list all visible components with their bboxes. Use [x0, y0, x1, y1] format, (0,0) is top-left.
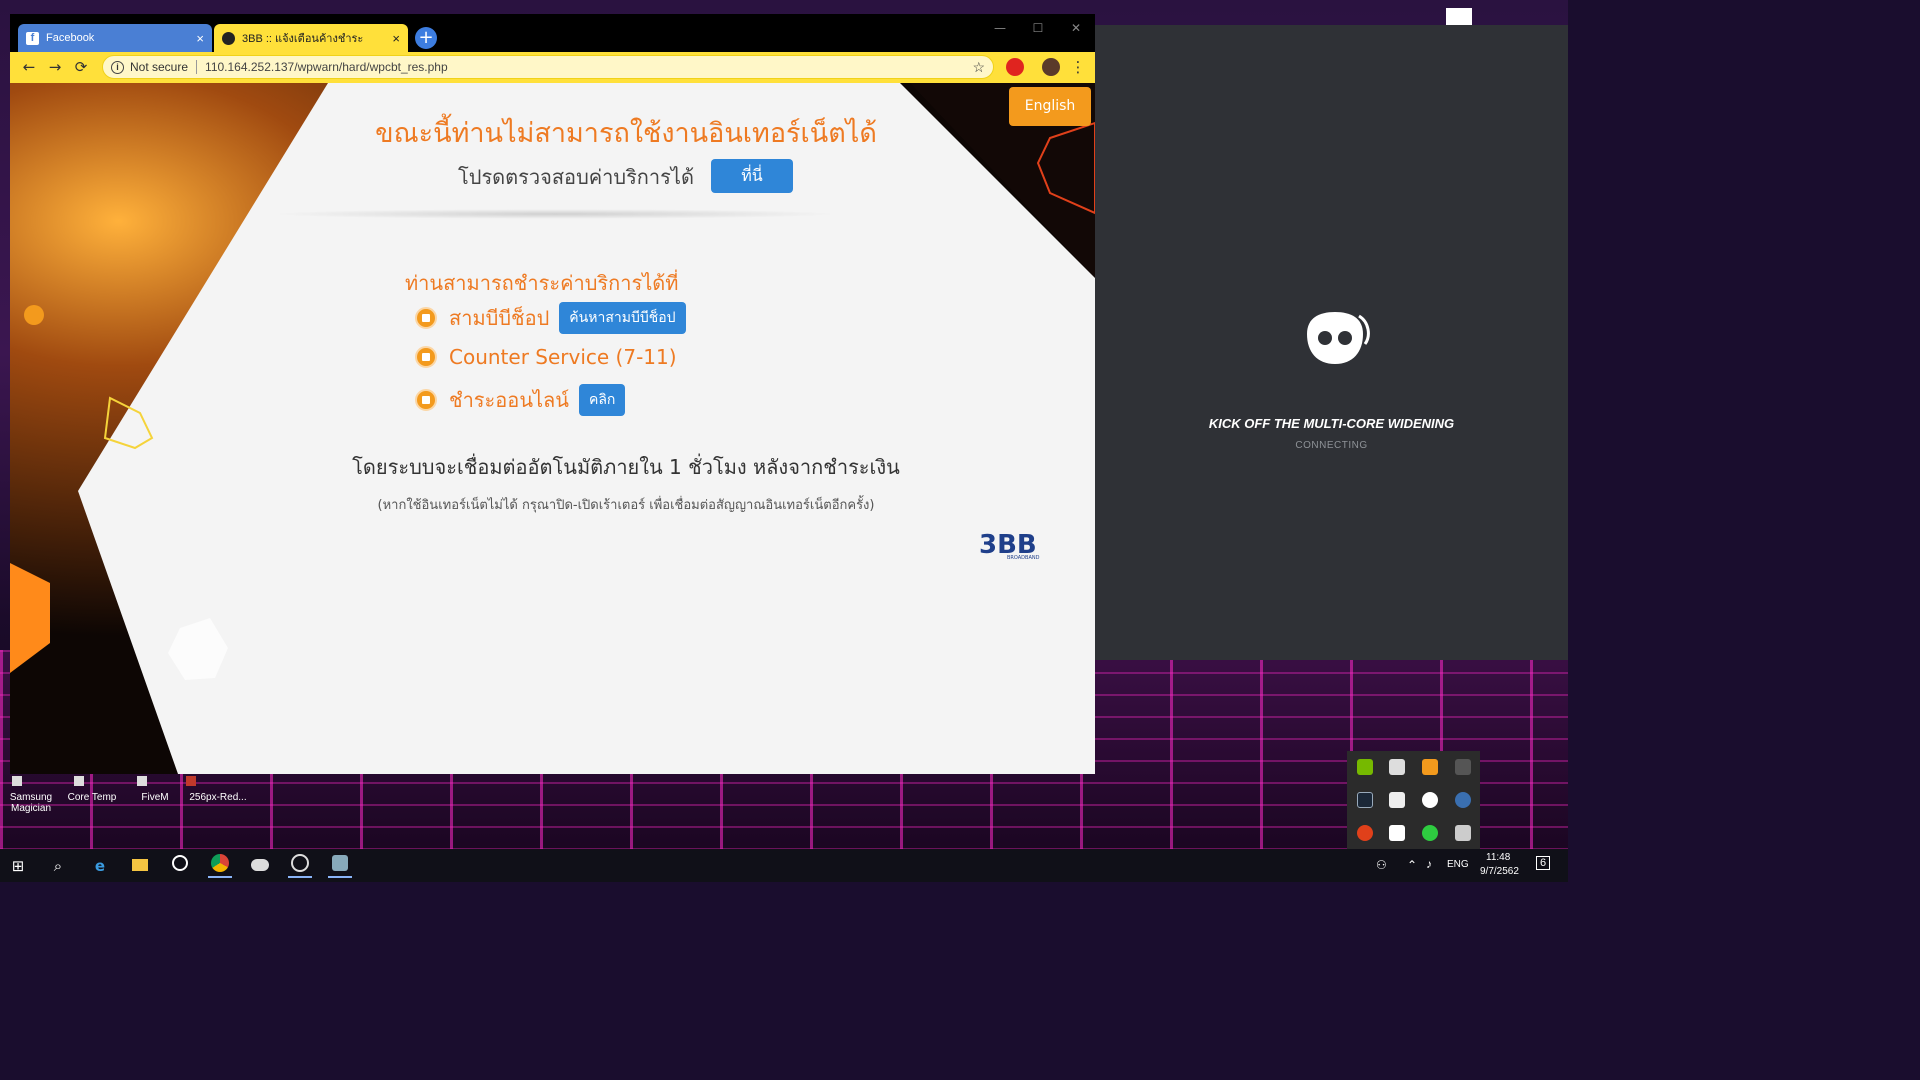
desktop-icon-fivem[interactable]: FiveM	[135, 776, 175, 803]
app-icon[interactable]	[1389, 792, 1405, 808]
clock-time[interactable]: 11:48	[1486, 852, 1510, 863]
page-content: English ขณะนี้ท่านไม่สามารถใช้งานอินเทอร…	[10, 83, 1095, 774]
app-icon[interactable]	[168, 854, 192, 878]
browser-toolbar: ← → ⟳ i Not secure 110.164.252.137/wpwar…	[10, 52, 1095, 83]
profile-avatar-icon[interactable]	[1042, 58, 1060, 76]
online-payment-icon	[415, 389, 437, 411]
adblock-extension-icon[interactable]	[1006, 58, 1024, 76]
click-button[interactable]: คลิก	[578, 384, 626, 416]
info-icon[interactable]: i	[111, 60, 124, 74]
security-label: Not secure	[130, 60, 189, 74]
page-headline: ขณะนี้ท่านไม่สามารถใช้งานอินเทอร์เน็ตได้	[375, 118, 877, 149]
clock-date[interactable]: 9/7/2562	[1480, 866, 1519, 877]
shop-icon	[415, 307, 437, 329]
counter-service-icon	[415, 346, 437, 368]
volume-icon[interactable]: ♪	[1426, 857, 1432, 871]
app-icon[interactable]	[1455, 792, 1471, 808]
url-text[interactable]: 110.164.252.137/wpwarn/hard/wpcbt_res.ph…	[205, 60, 972, 74]
origin-icon[interactable]	[1357, 825, 1373, 841]
nvidia-icon[interactable]	[1357, 759, 1373, 775]
payment-option-3bb-shop: สามบีบีช็อป ค้นหาสามบีบีช็อป	[415, 302, 686, 334]
close-tab-icon[interactable]: ×	[392, 32, 400, 45]
router-note-text: (หากใช้อินเทอร์เน็ตไม่ได้ กรุณาปิด-เปิดเ…	[377, 498, 875, 513]
app-icon[interactable]	[248, 854, 272, 878]
language-indicator[interactable]: ENG	[1447, 859, 1469, 870]
payment-label: ชำระออนไลน์	[449, 388, 569, 412]
taskbar: ⊞ ⌕ e ⚇ ⌃ ♪ ENG 11:48 9/7/2562 6	[0, 849, 1568, 882]
tab-title: 3BB :: แจ้งเตือนค้างชำระ	[242, 33, 364, 45]
new-tab-button[interactable]: +	[415, 27, 437, 49]
minimize-button[interactable]: —	[983, 18, 1017, 38]
desktop-icon-label: FiveM	[141, 792, 169, 803]
discord-title: KICK OFF THE MULTI-CORE WIDENING	[1208, 416, 1455, 431]
tray-overflow-popup	[1347, 751, 1480, 851]
close-tab-icon[interactable]: ×	[196, 32, 204, 45]
facebook-icon: f	[26, 31, 39, 45]
payment-option-counter-service: Counter Service (7-11)	[415, 345, 677, 369]
here-button[interactable]: ที่นี่	[711, 159, 793, 193]
check-billing-text: โปรดตรวจสอบค่าบริการได้	[458, 165, 694, 189]
chrome-icon[interactable]	[208, 854, 232, 878]
desktop-icon-samsung-magician[interactable]: Samsung Magician	[6, 776, 56, 814]
tab-title: Facebook	[46, 32, 95, 44]
payment-option-online: ชำระออนไลน์ คลิก	[415, 384, 626, 416]
globe-icon	[222, 31, 235, 45]
people-icon[interactable]: ⚇	[1376, 858, 1387, 872]
discord-logo-icon	[1307, 312, 1370, 364]
desktop-icon-label: 256px-Red...	[189, 792, 247, 803]
tab-3bb[interactable]: 3BB :: แจ้งเตือนค้างชำระ ×	[214, 24, 408, 52]
file-explorer-icon[interactable]	[128, 854, 152, 878]
browser-window: f Facebook × 3BB :: แจ้งเตือนค้างชำระ × …	[10, 14, 1095, 774]
payment-heading: ท่านสามารถชำระค่าบริการได้ที่	[405, 271, 679, 295]
tab-facebook[interactable]: f Facebook ×	[18, 24, 212, 52]
tab-bar: f Facebook × 3BB :: แจ้งเตือนค้างชำระ × …	[10, 14, 1095, 52]
bookmark-star-icon[interactable]: ☆	[972, 59, 985, 76]
payment-label: Counter Service (7-11)	[449, 345, 677, 369]
shield-icon[interactable]	[1389, 759, 1405, 775]
desktop-icon-core-temp[interactable]: Core Temp	[64, 776, 120, 803]
chevron-up-icon[interactable]: ⌃	[1407, 858, 1417, 872]
app-icon[interactable]	[1455, 759, 1471, 775]
desktop-icon-label: Core Temp	[67, 792, 117, 803]
app-icon	[137, 776, 147, 786]
app-icon[interactable]	[1422, 759, 1438, 775]
close-window-button[interactable]: ✕	[1059, 18, 1093, 38]
find-3bb-shop-button[interactable]: ค้นหาสามบีบีช็อป	[559, 302, 686, 334]
app-icon	[12, 776, 22, 786]
app-icon	[74, 776, 84, 786]
app-icon	[186, 776, 196, 786]
3bb-logo: 3BB BROADBAND	[979, 531, 1040, 561]
monitor-icon[interactable]	[1455, 825, 1471, 841]
menu-kebab-icon[interactable]: ⋮	[1067, 56, 1089, 78]
divider	[196, 60, 198, 74]
app-icon[interactable]	[328, 854, 352, 878]
divider-shadow	[270, 209, 840, 219]
payment-label: สามบีบีช็อป	[449, 306, 550, 330]
desktop-icon-label: Samsung Magician	[9, 792, 53, 814]
app-icon[interactable]	[1422, 792, 1438, 808]
windows-start-icon[interactable]: ⊞	[6, 854, 30, 878]
edge-icon[interactable]: e	[88, 854, 112, 878]
file-icon[interactable]	[1446, 8, 1472, 26]
back-button[interactable]: ←	[18, 56, 40, 78]
search-icon[interactable]: ⌕	[46, 854, 70, 878]
address-bar[interactable]: i Not secure 110.164.252.137/wpwarn/hard…	[102, 55, 994, 79]
maximize-button[interactable]: ☐	[1021, 18, 1055, 38]
steam-icon[interactable]	[1357, 792, 1373, 808]
reload-button[interactable]: ⟳	[70, 56, 92, 78]
discord-icon[interactable]	[1389, 825, 1405, 841]
3bb-logo-tag: BROADBAND	[1007, 555, 1040, 561]
forward-button[interactable]: →	[44, 56, 66, 78]
app-icon[interactable]	[288, 854, 312, 878]
discord-status: CONNECTING	[1295, 440, 1368, 451]
app-icon[interactable]	[1422, 825, 1438, 841]
notification-center-icon[interactable]: 6	[1536, 856, 1551, 870]
desktop-icon-image-file[interactable]: 256px-Red...	[186, 776, 250, 803]
auto-reconnect-text: โดยระบบจะเชื่อมต่ออัตโนมัติภายใน 1 ชั่วโ…	[352, 455, 900, 479]
